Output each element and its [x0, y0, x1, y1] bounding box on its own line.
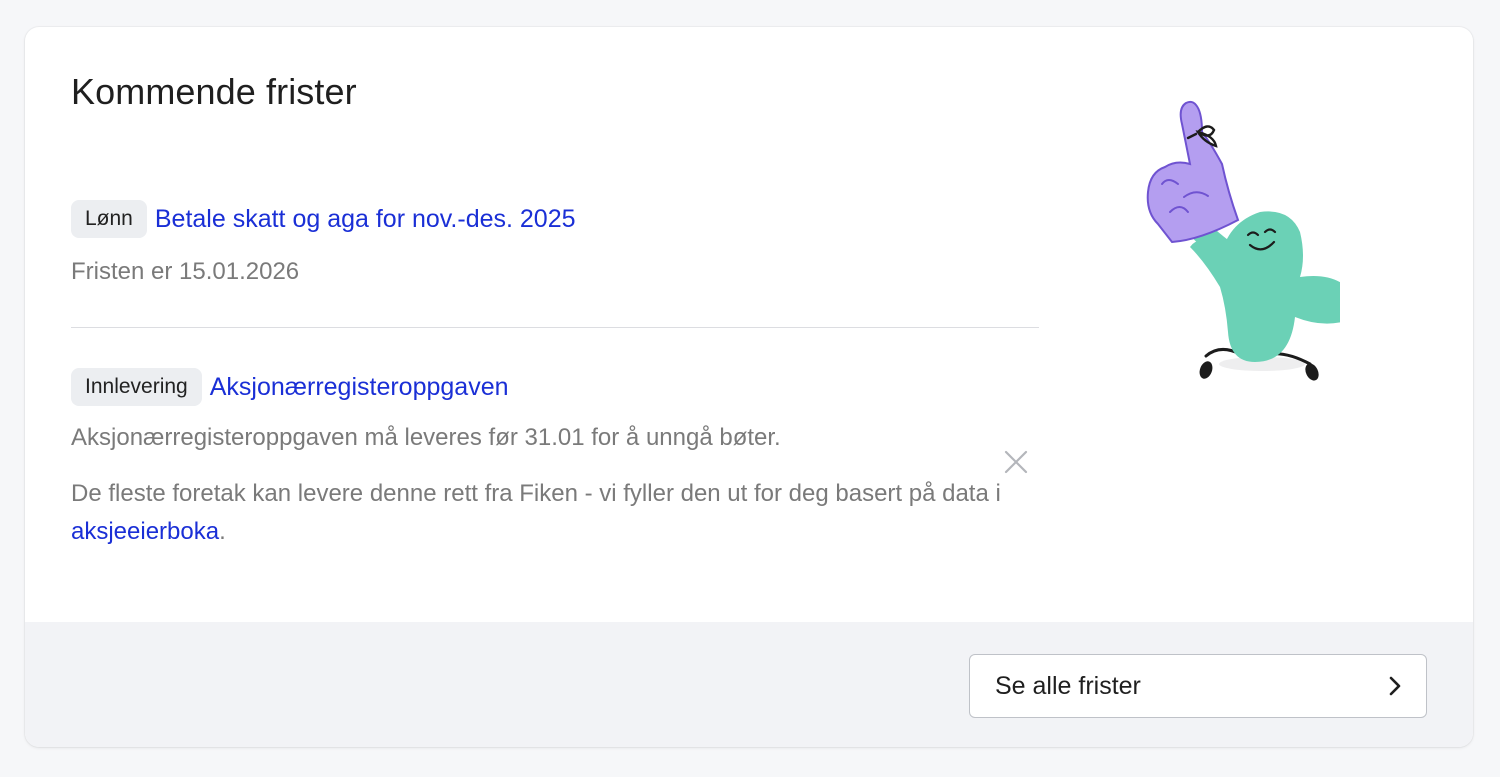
deadline-description: Aksjonærregisteroppgaven må leveres før …: [71, 424, 781, 451]
deadline-item: Innlevering Aksjonærregisteroppgaven Aks…: [71, 368, 1051, 551]
card-title: Kommende frister: [71, 71, 357, 112]
shareholder-book-link[interactable]: aksjeeierboka: [71, 518, 219, 545]
deadline-item: Lønn Betale skatt og aga for nov.-des. 2…: [71, 200, 1051, 291]
divider: [71, 327, 1039, 328]
mascot-foam-finger-illustration: [1110, 72, 1356, 382]
card-footer: Se alle frister: [25, 622, 1473, 747]
close-icon[interactable]: [1001, 447, 1031, 477]
deadline-note: De fleste foretak kan levere denne rett …: [71, 475, 1051, 551]
deadline-link[interactable]: Betale skatt og aga for nov.-des. 2025: [155, 205, 576, 234]
deadline-note-text: De fleste foretak kan levere denne rett …: [71, 480, 1001, 507]
deadline-note-end: .: [219, 518, 226, 545]
upcoming-deadlines-card: Kommende frister Lønn Betale skatt og ag…: [25, 27, 1473, 747]
deadline-link[interactable]: Aksjonærregisteroppgaven: [210, 373, 509, 402]
deadline-description: Fristen er 15.01.2026: [71, 258, 300, 285]
chevron-right-icon: [1386, 675, 1404, 697]
see-all-deadlines-button[interactable]: Se alle frister: [969, 654, 1427, 718]
deadline-tag: Lønn: [71, 200, 147, 238]
see-all-label: Se alle frister: [995, 671, 1141, 700]
deadline-tag: Innlevering: [71, 368, 202, 406]
